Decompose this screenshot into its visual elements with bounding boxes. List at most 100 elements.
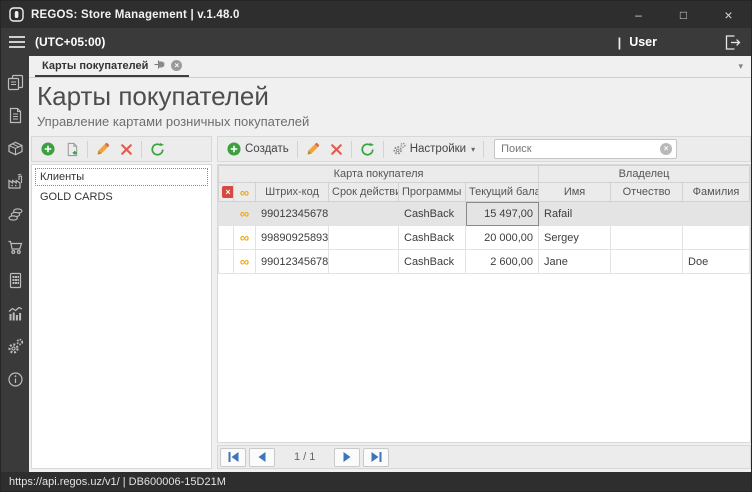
toolbar-separator — [483, 141, 484, 158]
first-name-cell[interactable]: Rafail — [539, 202, 611, 226]
delete-group-button[interactable] — [115, 141, 138, 158]
hamburger-menu-icon[interactable] — [1, 28, 31, 56]
programs-cell[interactable]: CashBack — [399, 202, 466, 226]
first-name-cell[interactable]: Sergey — [539, 226, 611, 250]
search-clear-icon[interactable]: × — [660, 143, 672, 155]
refresh-groups-button[interactable] — [145, 140, 170, 159]
tab-bar: Карты покупателей × ▾ — [29, 56, 751, 78]
column-header-middle-name[interactable]: Отчество — [611, 183, 683, 202]
tree-item-clients[interactable]: Клиенты — [35, 168, 208, 186]
last-name-cell[interactable]: Doe — [683, 250, 750, 274]
previous-page-button[interactable] — [249, 448, 275, 467]
middle-name-cell[interactable] — [611, 250, 683, 274]
infinity-header[interactable]: ∞ — [234, 183, 256, 202]
group-header-card: Карта покупателя — [219, 166, 539, 183]
first-name-cell[interactable]: Jane — [539, 250, 611, 274]
card-groups-tree: Клиенты GOLD CARDS — [31, 164, 212, 469]
maximize-button[interactable]: □ — [661, 1, 706, 28]
close-button[interactable]: × — [706, 1, 751, 28]
infinity-cell[interactable]: ∞ — [234, 202, 256, 226]
middle-name-cell[interactable] — [611, 226, 683, 250]
products-icon[interactable] — [6, 139, 24, 157]
clear-filter-header[interactable]: × — [219, 183, 234, 202]
search-input[interactable] — [501, 143, 660, 155]
validity-cell[interactable] — [329, 226, 399, 250]
regos-logo-icon — [9, 7, 24, 22]
reports-icon[interactable] — [6, 304, 24, 322]
refresh-grid-button[interactable] — [355, 140, 380, 159]
barcode-cell[interactable]: 9901234567898 — [256, 202, 329, 226]
tab-close-icon[interactable]: × — [171, 60, 182, 71]
edit-group-button[interactable] — [91, 140, 115, 158]
programs-cell[interactable]: CashBack — [399, 250, 466, 274]
toolbar-separator — [141, 141, 142, 158]
infinity-cell[interactable]: ∞ — [234, 250, 256, 274]
timezone-label: (UTC+05:00) — [35, 35, 105, 49]
add-subgroup-button[interactable] — [60, 140, 84, 159]
tab-label: Карты покупателей — [42, 60, 148, 72]
finance-icon[interactable] — [6, 205, 24, 223]
page-title: Карты покупателей — [37, 81, 741, 112]
middle-name-cell[interactable] — [611, 202, 683, 226]
row-indicator-cell[interactable] — [219, 226, 234, 250]
pin-icon[interactable] — [154, 57, 165, 75]
balance-cell[interactable]: 20 000,00 — [466, 226, 539, 250]
minimize-button[interactable]: – — [616, 1, 661, 28]
about-icon[interactable] — [6, 370, 24, 388]
user-separator: | — [618, 35, 622, 50]
create-card-button[interactable]: Создать — [222, 140, 294, 158]
tab-list-caret-icon[interactable]: ▾ — [738, 61, 743, 72]
logout-icon[interactable] — [723, 34, 741, 51]
groups-panel: Клиенты GOLD CARDS — [31, 136, 212, 469]
terminals-icon[interactable] — [6, 271, 24, 289]
purchases-icon[interactable] — [6, 238, 24, 256]
toolbar-separator — [297, 141, 298, 158]
row-indicator-cell[interactable] — [219, 250, 234, 274]
window-title: REGOS: Store Management | v.1.48.0 — [31, 9, 240, 21]
balance-cell[interactable]: 2 600,00 — [466, 250, 539, 274]
edit-card-button[interactable] — [301, 140, 325, 158]
create-card-label: Создать — [245, 143, 289, 155]
clear-filter-icon[interactable]: × — [222, 186, 234, 198]
cards-panel: Создать — [217, 136, 751, 469]
last-page-button[interactable] — [363, 448, 389, 467]
delete-card-button[interactable] — [325, 141, 348, 158]
table-row[interactable]: ∞ 9901234567898 CashBack 15 497,00 Rafai… — [219, 202, 750, 226]
user-name[interactable]: User — [629, 35, 657, 49]
app-window: REGOS: Store Management | v.1.48.0 – □ ×… — [0, 0, 752, 492]
toolbar-separator — [87, 141, 88, 158]
production-icon[interactable] — [6, 172, 24, 190]
column-header-barcode[interactable]: Штрих-код — [256, 183, 329, 202]
tree-item-gold-cards[interactable]: GOLD CARDS — [35, 188, 208, 206]
window-controls: – □ × — [616, 1, 751, 28]
tab-customer-cards[interactable]: Карты покупателей × — [35, 56, 189, 77]
search-box: × — [494, 139, 677, 159]
cards-icon[interactable] — [6, 73, 24, 91]
column-header-first-name[interactable]: Имя — [539, 183, 611, 202]
table-row[interactable]: ∞ 9901234567899 CashBack 2 600,00 Jane D… — [219, 250, 750, 274]
barcode-cell[interactable]: 9901234567899 — [256, 250, 329, 274]
last-name-cell[interactable] — [683, 226, 750, 250]
groups-toolbar — [31, 136, 212, 162]
toolbar-separator — [383, 141, 384, 158]
barcode-cell[interactable]: 9989092589307 — [256, 226, 329, 250]
settings-dropdown-button[interactable]: Настройки ▾ — [387, 140, 480, 158]
balance-cell[interactable]: 15 497,00 — [466, 202, 539, 226]
validity-cell[interactable] — [329, 202, 399, 226]
programs-cell[interactable]: CashBack — [399, 226, 466, 250]
documents-icon[interactable] — [6, 106, 24, 124]
first-page-button[interactable] — [220, 448, 246, 467]
status-bar: https://api.regos.uz/v1/ | DB600006-15D2… — [1, 472, 751, 491]
settings-icon[interactable] — [6, 337, 24, 355]
validity-cell[interactable] — [329, 250, 399, 274]
next-page-button[interactable] — [334, 448, 360, 467]
column-header-last-name[interactable]: Фамилия — [683, 183, 750, 202]
column-header-balance[interactable]: Текущий баланс — [466, 183, 539, 202]
last-name-cell[interactable] — [683, 202, 750, 226]
table-row[interactable]: ∞ 9989092589307 CashBack 20 000,00 Serge… — [219, 226, 750, 250]
row-indicator-cell[interactable] — [219, 202, 234, 226]
column-header-programs[interactable]: Программы ...⊨ — [399, 183, 466, 202]
add-group-button[interactable] — [36, 140, 60, 158]
infinity-cell[interactable]: ∞ — [234, 226, 256, 250]
column-header-validity[interactable]: Срок действия — [329, 183, 399, 202]
